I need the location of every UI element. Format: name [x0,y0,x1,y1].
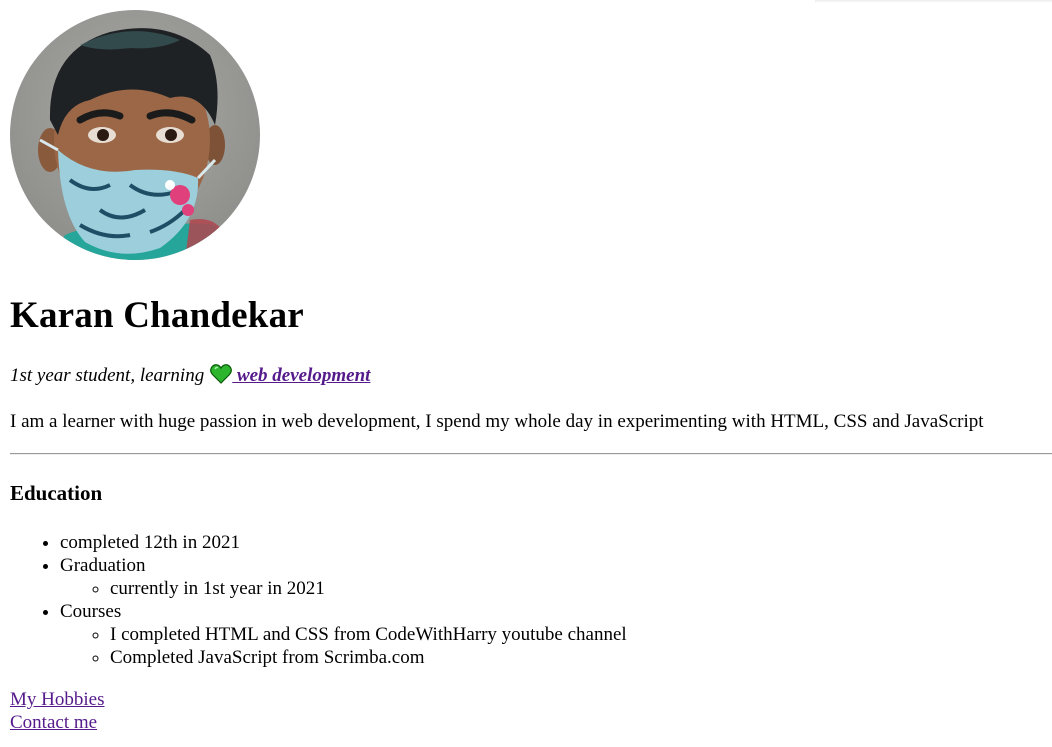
tagline: 1st year student, learning web developme… [10,364,1052,391]
sub-list: I completed HTML and CSS from CodeWithHa… [60,623,1052,669]
contact-link[interactable]: Contact me [10,711,1052,734]
sub-list: currently in 1st year in 2021 [60,577,1052,600]
education-list: completed 12th in 2021 Graduation curren… [10,531,1052,669]
list-item-label: Courses [60,601,122,622]
list-item: Graduation currently in 1st year in 2021 [60,554,1052,600]
list-item: Courses I completed HTML and CSS from Co… [60,600,1052,669]
list-item: completed 12th in 2021 [60,531,1052,554]
green-heart-icon [210,364,233,391]
sub-list-item: currently in 1st year in 2021 [110,577,1052,600]
top-edge-shadow [815,0,1052,3]
page-title: Karan Chandekar [10,295,304,336]
web-development-link[interactable]: web development [232,365,371,386]
tagline-text: 1st year student, learning [10,365,205,386]
sub-list-item-label: I completed HTML and CSS from CodeWithHa… [110,624,627,645]
sub-list-item-label: currently in 1st year in 2021 [110,578,325,599]
bio-text: I am a learner with huge passion in web … [10,411,984,432]
sub-list-item-label: Completed JavaScript from Scrimba.com [110,647,425,668]
list-item-label: completed 12th in 2021 [60,532,240,553]
sub-list-item: I completed HTML and CSS from CodeWithHa… [110,623,1052,646]
section-divider [10,453,1052,455]
footer-links: My Hobbies Contact me [10,688,1052,734]
hobbies-link[interactable]: My Hobbies [10,688,1052,711]
profile-photo [10,10,260,260]
list-item-label: Graduation [60,555,146,576]
avatar [10,10,260,260]
profile-page: Karan Chandekar 1st year student, learni… [10,10,1052,734]
education-heading: Education [10,481,103,505]
sub-list-item: Completed JavaScript from Scrimba.com [110,646,1052,669]
